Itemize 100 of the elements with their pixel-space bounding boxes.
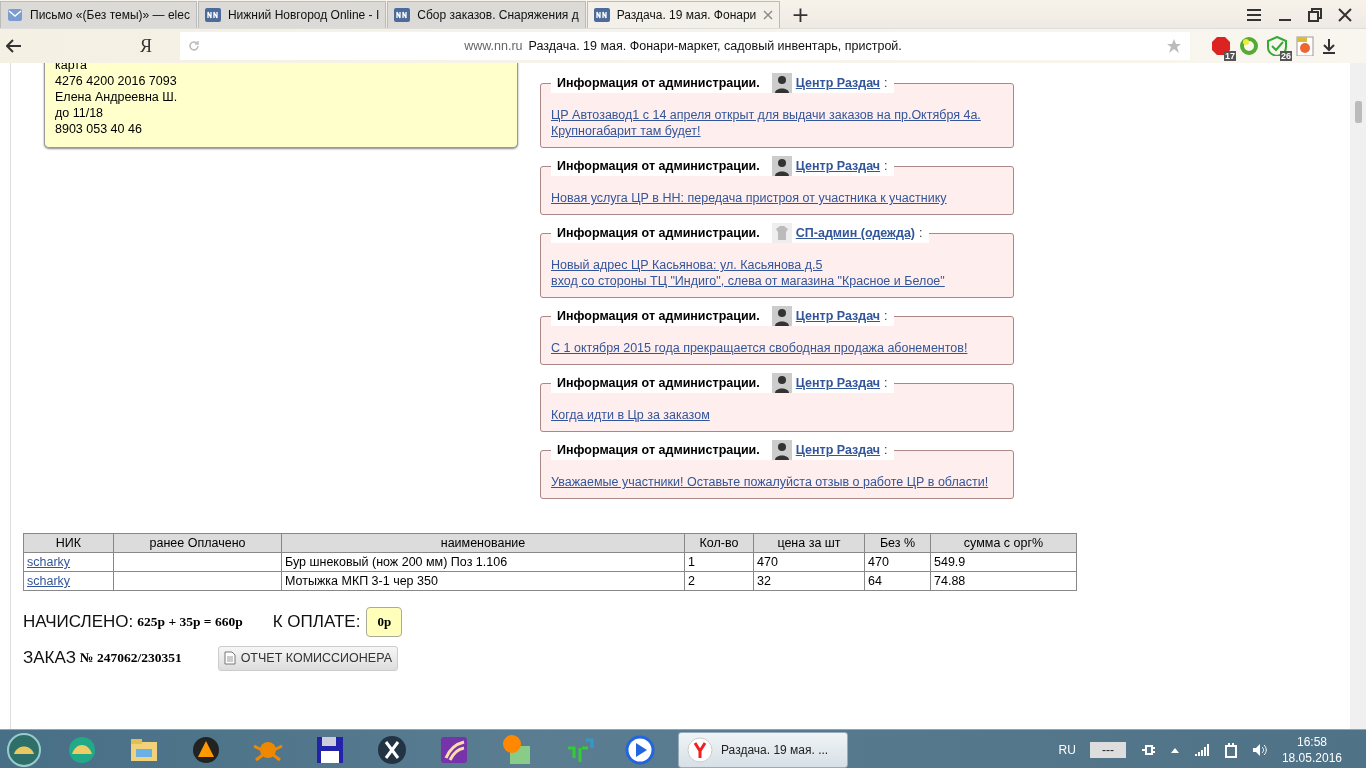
notice-link[interactable]: С 1 октября 2015 года прекращается свободная продажа абонементов! — [551, 340, 1003, 356]
show-hidden-icon[interactable] — [1169, 746, 1180, 754]
avatar-icon — [771, 156, 792, 176]
column-header[interactable]: сумма с орг% — [930, 533, 1077, 553]
note-text: до 11/18 — [55, 105, 105, 121]
colon-text: : — [884, 76, 888, 90]
power-icon[interactable] — [1223, 742, 1238, 758]
signal-icon[interactable] — [1193, 743, 1210, 757]
url-domain: www.nn.ru — [464, 39, 523, 53]
avatar-icon — [771, 440, 792, 460]
notice-heading: Информация от администрации. — [557, 309, 760, 323]
table-cell: 470 — [864, 552, 931, 572]
table-cell: 549.9 — [930, 552, 1077, 572]
stripes-icon[interactable] — [438, 734, 470, 766]
browser-tab[interactable]: Нижний Новгород Online - I — [197, 1, 387, 28]
column-header[interactable]: цена за шт — [753, 533, 865, 553]
notice-heading: Информация от администрации. — [557, 76, 760, 90]
note-text: карта — [55, 63, 88, 73]
image-file-icon[interactable] — [1294, 36, 1316, 56]
shirt-icon — [771, 223, 792, 243]
browser-tab[interactable]: Письмо «(Без темы)» — elec — [0, 1, 197, 28]
table-cell: Мотыжка МКП 3-1 чер 350 — [281, 571, 685, 591]
browser-tab[interactable]: Сбор заказов. Снаряжения д — [387, 1, 586, 28]
site-icon — [593, 7, 610, 23]
notice-link[interactable]: ЦР Автозавод1 с 14 апреля открыт для выдачи заказов на пр.Октября 4а. Крупногабарит там будет! — [551, 107, 1003, 139]
author-link[interactable]: СП-админ (одежда) — [795, 226, 916, 240]
start-button[interactable] — [4, 732, 44, 768]
download-icon[interactable] — [1322, 38, 1336, 54]
due-amount: 0р — [366, 607, 403, 637]
author-link[interactable]: Центр Раздач — [795, 309, 881, 323]
restore-icon[interactable] — [1308, 7, 1322, 22]
column-header[interactable]: ранее Оплачено — [113, 533, 282, 553]
table-cell: 64 — [864, 571, 931, 591]
plug-icon[interactable] — [1139, 743, 1156, 757]
count-badge: 17 — [1224, 51, 1236, 61]
colon-text: : — [884, 376, 888, 390]
order-label: ЗАКАЗ — [23, 648, 76, 668]
notice-heading: Информация от администрации. — [557, 226, 760, 240]
page-title: Раздача. 19 мая. Фонари-маркет, садовый инвентарь, пристрой. — [528, 39, 902, 53]
note-text: 4276 4200 2016 7093 — [55, 73, 178, 89]
notice-link[interactable]: Уважаемые участники! Оставьте пожалуйста отзыв о работе ЦР в области! — [551, 474, 1003, 490]
colon-text: : — [884, 159, 888, 173]
notice-link[interactable]: Когда идти в Цр за заказом — [551, 407, 1003, 423]
taskbar-window[interactable]: Раздача. 19 мая. ... — [678, 732, 848, 768]
charged-value: 625р + 35р = 660р — [137, 614, 243, 630]
avatar-icon — [771, 306, 792, 326]
notice-link[interactable]: Новый адрес ЦР Касьянова: ул. Касьянова д.5 вход со стороны ТЦ "Индиго", слева от магазина "Красное и Белое" — [551, 257, 1003, 289]
new-tab-button[interactable]: + — [781, 1, 820, 28]
report-button[interactable]: ОТЧЕТ КОМИССИОНЕРА — [217, 645, 398, 671]
battery-indicator[interactable]: --- — [1089, 742, 1126, 758]
back-icon[interactable] — [6, 39, 22, 53]
x-icon[interactable] — [376, 734, 408, 766]
notice-heading: Информация от администрации. — [557, 376, 760, 390]
yandex-logo[interactable]: Я — [140, 35, 180, 57]
charged-label: НАЧИСЛЕНО: — [23, 612, 134, 632]
author-link[interactable]: Центр Раздач — [795, 443, 881, 457]
menu-icon[interactable] — [1246, 7, 1262, 22]
notice-link[interactable]: Новая услуга ЦР в НН: передача пристроя от участника к участнику — [551, 190, 1003, 206]
table-cell: Бур шнековый (нож 200 мм) Поз 1.106 — [281, 552, 685, 572]
notice-heading: Информация от администрации. — [557, 159, 760, 173]
column-header[interactable]: наименование — [281, 533, 685, 553]
avatar-icon — [771, 73, 792, 93]
note-text: 8903 053 40 46 — [55, 121, 143, 137]
author-link[interactable]: Центр Раздач — [795, 376, 881, 390]
note-text: Елена Андреевна Ш. — [55, 89, 179, 105]
column-header[interactable]: НИК — [23, 533, 114, 553]
browser-tab[interactable]: Раздача. 19 мая. Фонари — [586, 1, 781, 28]
colon-text: : — [884, 443, 888, 457]
star-icon[interactable] — [1166, 38, 1182, 54]
due-label: К ОПЛАТЕ: — [272, 612, 361, 632]
mail-icon — [7, 7, 23, 23]
notice-heading: Информация от администрации. — [557, 443, 760, 457]
ring-icon[interactable] — [1238, 36, 1260, 56]
author-link[interactable]: Центр Раздач — [795, 159, 881, 173]
clock-time[interactable]: 16:58 — [1296, 734, 1327, 750]
avatar-icon — [771, 373, 792, 393]
table-cell: 2 — [684, 571, 754, 591]
column-header[interactable]: Без % — [864, 533, 931, 553]
nick-link[interactable]: scharky — [27, 574, 71, 588]
browser-icon — [687, 737, 713, 763]
table-cell: 74.88 — [930, 571, 1077, 591]
document-icon — [223, 651, 236, 665]
colon-text: : — [884, 309, 888, 323]
play-icon[interactable] — [624, 734, 656, 766]
author-link[interactable]: Центр Раздач — [795, 76, 881, 90]
site-icon — [204, 7, 221, 23]
nick-link[interactable]: scharky — [27, 555, 71, 569]
order-number: № 247062/230351 — [79, 650, 182, 666]
table-cell: 32 — [753, 571, 865, 591]
clock-date[interactable]: 18.05.2016 — [1281, 750, 1342, 766]
close-icon[interactable] — [1338, 7, 1352, 22]
site-icon — [394, 7, 411, 23]
scrollbar[interactable] — [1350, 63, 1366, 729]
address-field[interactable]: www.nn.ru Раздача. 19 мая. Фонари-маркет, садовый инвентарь, пристрой. — [180, 32, 1190, 60]
shell-icon[interactable] — [66, 734, 98, 766]
language-indicator[interactable]: RU — [1058, 743, 1076, 757]
count-badge: 26 — [1280, 51, 1292, 61]
column-header[interactable]: Кол-во — [684, 533, 754, 553]
colon-text: : — [919, 226, 923, 240]
volume-icon[interactable] — [1251, 743, 1268, 757]
